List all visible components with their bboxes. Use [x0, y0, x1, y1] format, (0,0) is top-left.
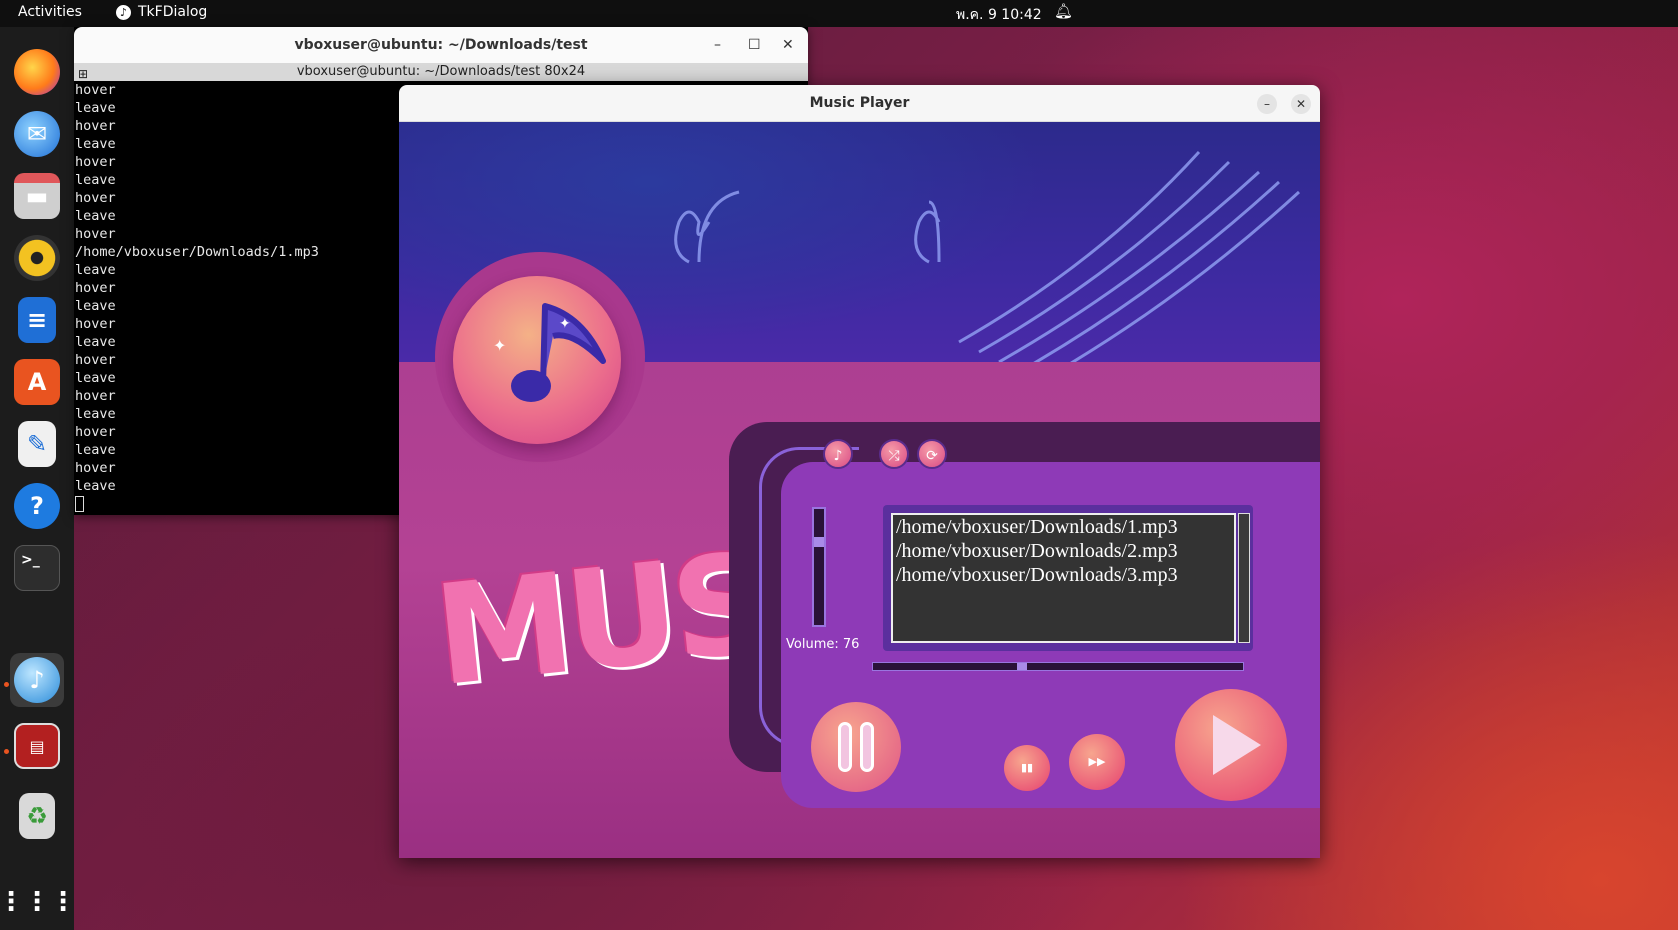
- grid-icon[interactable]: ⊞: [78, 65, 88, 83]
- close-button[interactable]: ✕: [782, 27, 794, 63]
- dock-item-music-player[interactable]: ♪: [10, 653, 64, 707]
- pause-small-button[interactable]: ▮▮: [1004, 745, 1050, 791]
- dock: ✉ ▬ ≡ A ✎ ? >_ ♪ ▤ ♻ ⋮⋮⋮: [0, 27, 76, 930]
- document-icon: ≡: [18, 297, 56, 343]
- terminal-title: vboxuser@ubuntu: ~/Downloads/test: [294, 37, 588, 53]
- clock[interactable]: พ.ค. 9 10:42: [956, 4, 1042, 26]
- terminal-icon: >_: [14, 545, 60, 591]
- window-grid-icon: ▤: [14, 723, 60, 769]
- help-icon: ?: [14, 483, 60, 529]
- player-content: ✦ ✦ MUSIC ♪ ⤮ ⟳ Volume: 76 /home/vboxuse…: [399, 122, 1320, 858]
- shuffle-button[interactable]: ⤮: [879, 439, 909, 469]
- dock-item-thunderbird[interactable]: ✉: [10, 107, 64, 161]
- maximize-button[interactable]: ☐: [748, 27, 761, 63]
- player-title: Music Player: [809, 95, 910, 111]
- volume-label: Volume: 76: [786, 637, 860, 652]
- grid-icon: ⋮⋮⋮: [0, 887, 76, 917]
- folder-icon: ▬: [14, 173, 60, 219]
- player-titlebar[interactable]: Music Player – ✕: [399, 85, 1320, 122]
- music-note-ball: ✦ ✦: [453, 276, 621, 444]
- dock-item-trash[interactable]: ♻: [10, 789, 64, 843]
- pause-bar-icon: [838, 722, 852, 772]
- playlist-listbox[interactable]: /home/vboxuser/Downloads/1.mp3 /home/vbo…: [891, 513, 1236, 643]
- pause-bar-icon: [860, 722, 874, 772]
- play-button[interactable]: [1175, 689, 1287, 801]
- firefox-icon: [14, 49, 60, 95]
- minimize-button[interactable]: –: [714, 27, 721, 63]
- top-bar: Activities ♪ TkFDialog พ.ค. 9 10:42 🔔︎: [0, 0, 1678, 27]
- svg-text:✦: ✦: [493, 336, 506, 355]
- music-player-window[interactable]: Music Player – ✕ ✦ ✦ MUSIC ♪ ⤮ ⟳ Volume:…: [399, 85, 1320, 858]
- pause-button[interactable]: [811, 702, 901, 792]
- music-note-icon: ♪: [14, 657, 60, 703]
- dock-item-text-editor[interactable]: ✎: [10, 417, 64, 471]
- seek-slider-thumb[interactable]: [1017, 663, 1027, 670]
- playlist-scrollbar[interactable]: [1238, 513, 1250, 643]
- pencil-icon: ✎: [18, 421, 56, 467]
- playlist-item[interactable]: /home/vboxuser/Downloads/3.mp3: [893, 563, 1234, 587]
- activities-button[interactable]: Activities: [18, 4, 82, 20]
- music-note-icon: ✦ ✦: [493, 303, 606, 402]
- terminal-cursor: [75, 496, 84, 512]
- dock-item-terminal[interactable]: >_: [10, 541, 64, 595]
- playlist-frame: /home/vboxuser/Downloads/1.mp3 /home/vbo…: [883, 505, 1253, 651]
- tk-app-icon: ♪: [116, 4, 131, 20]
- seek-slider[interactable]: [872, 662, 1244, 671]
- dock-item-rhythmbox[interactable]: [10, 231, 64, 285]
- svg-text:✦: ✦: [559, 316, 571, 332]
- close-button[interactable]: ✕: [1291, 94, 1311, 114]
- playlist-item[interactable]: /home/vboxuser/Downloads/1.mp3: [893, 515, 1234, 539]
- app-menu[interactable]: ♪ TkFDialog: [116, 4, 207, 20]
- dock-item-firefox[interactable]: [10, 45, 64, 99]
- app-store-icon: A: [14, 359, 60, 405]
- trash-icon: ♻: [19, 793, 55, 839]
- minimize-button[interactable]: –: [1257, 94, 1277, 114]
- volume-slider[interactable]: [812, 507, 826, 627]
- show-apps-button[interactable]: ⋮⋮⋮: [0, 875, 76, 929]
- dock-item-tk-app[interactable]: ▤: [10, 719, 64, 773]
- dock-item-app-center[interactable]: A: [10, 355, 64, 409]
- volume-slider-thumb[interactable]: [814, 537, 824, 547]
- repeat-button[interactable]: ⟳: [917, 439, 947, 469]
- play-icon: [1213, 715, 1261, 775]
- resume-button[interactable]: ▶▶: [1069, 734, 1125, 790]
- dock-item-help[interactable]: ?: [10, 479, 64, 533]
- app-menu-label: TkFDialog: [138, 4, 208, 20]
- bell-icon[interactable]: 🔔︎: [1054, 2, 1073, 20]
- playlist-item[interactable]: /home/vboxuser/Downloads/2.mp3: [893, 539, 1234, 563]
- dock-item-files[interactable]: ▬: [10, 169, 64, 223]
- thunderbird-icon: ✉: [14, 111, 60, 157]
- dock-item-writer[interactable]: ≡: [10, 293, 64, 347]
- terminal-subtitle-bar: ⊞ vboxuser@ubuntu: ~/Downloads/test 80x2…: [74, 63, 808, 81]
- note-button[interactable]: ♪: [823, 439, 853, 469]
- terminal-subtitle: vboxuser@ubuntu: ~/Downloads/test 80x24: [296, 64, 586, 79]
- terminal-titlebar[interactable]: vboxuser@ubuntu: ~/Downloads/test – ☐ ✕: [74, 27, 808, 63]
- speaker-icon: [14, 235, 60, 281]
